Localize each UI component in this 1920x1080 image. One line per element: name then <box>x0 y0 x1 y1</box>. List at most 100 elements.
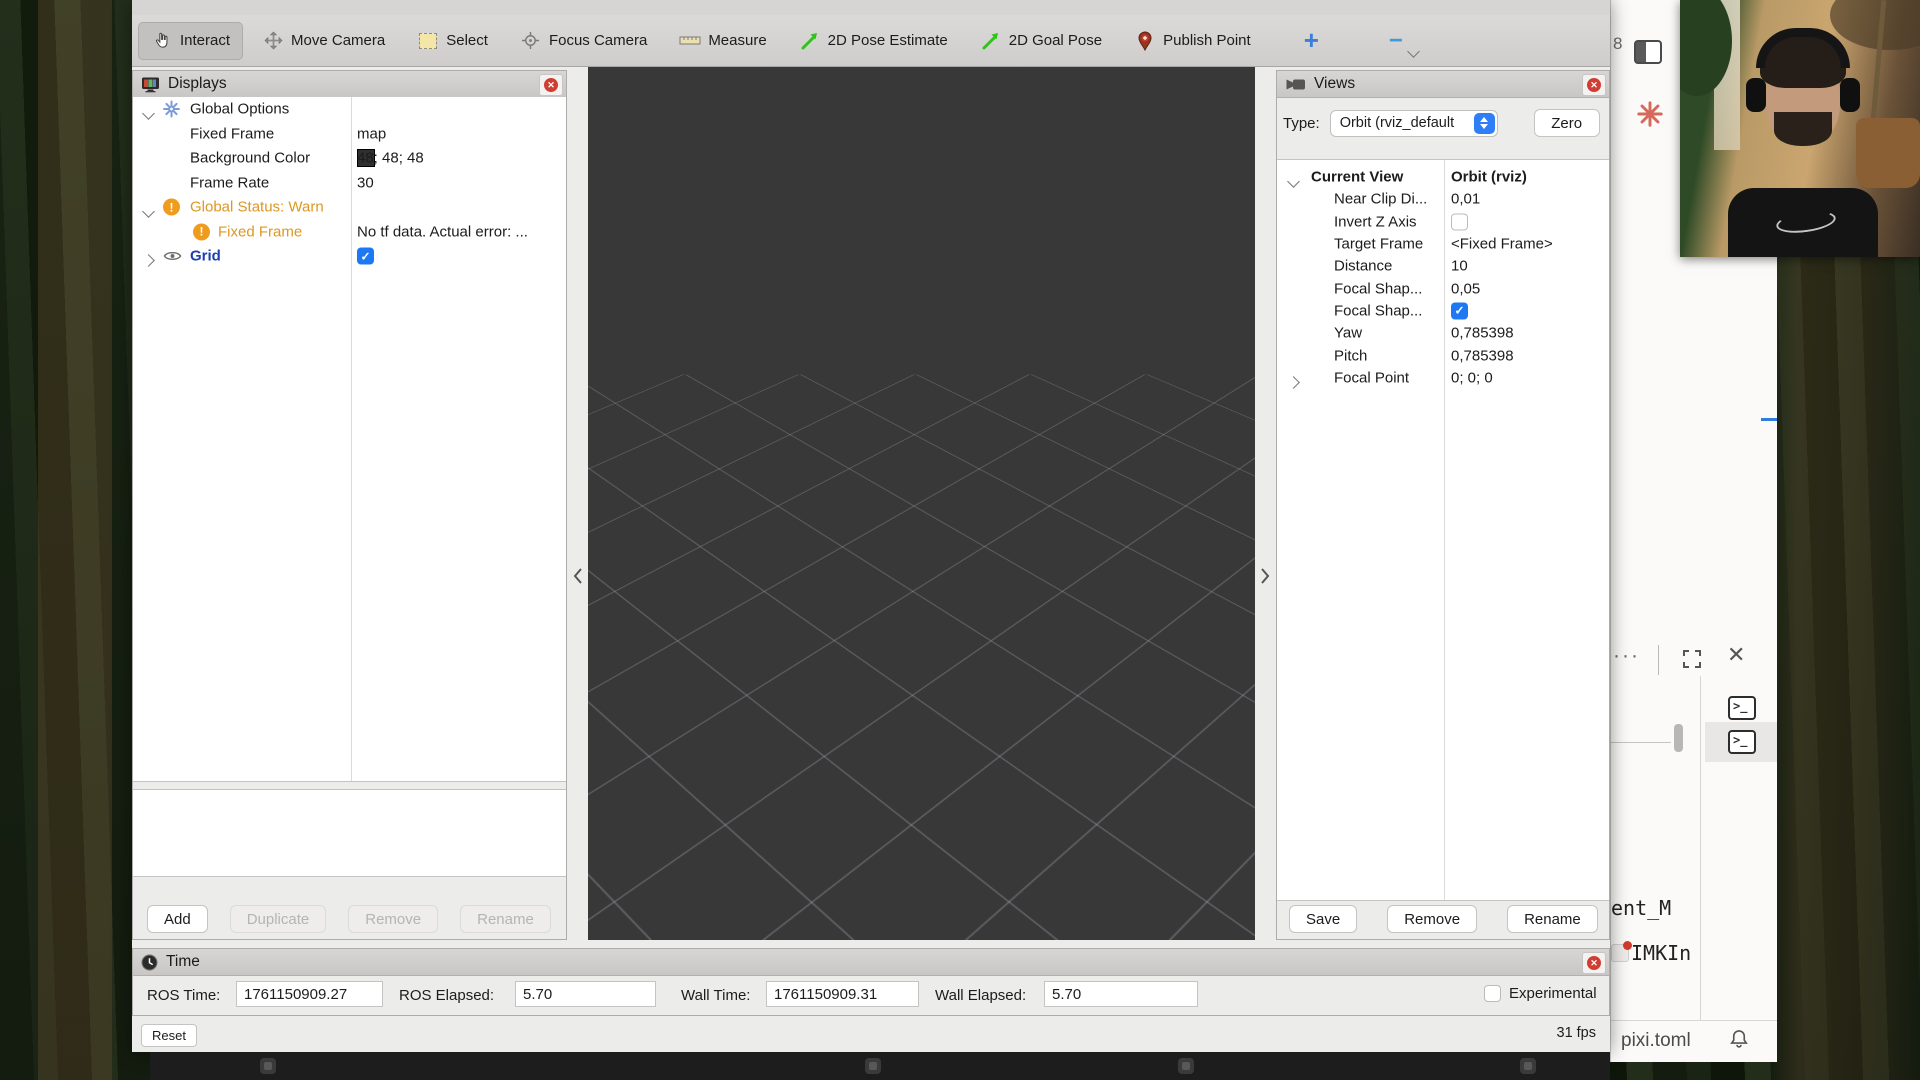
close-panel-button[interactable]: ✕ <box>539 74 563 96</box>
remove-tool-button[interactable]: − <box>1389 27 1403 55</box>
ros-time-field[interactable]: 1761150909.27 <box>236 981 383 1007</box>
cropped-text-fragment: 8 <box>1613 34 1622 54</box>
wall-time-field[interactable]: 1761150909.31 <box>766 981 919 1007</box>
terminal-icon[interactable]: >_ <box>1728 730 1756 754</box>
display-row-frame-rate[interactable]: Frame Rate 30 <box>133 171 566 196</box>
view-row-focal-point[interactable]: Focal Point 0; 0; 0 <box>1277 367 1609 389</box>
row-value[interactable]: 0,785398 <box>1451 347 1514 364</box>
row-value[interactable]: map <box>357 125 386 142</box>
bell-icon[interactable] <box>1729 1028 1749 1050</box>
window-title-strip <box>132 0 1610 16</box>
display-row-fixed-frame[interactable]: Fixed Frame map <box>133 122 566 147</box>
view-row-focal-shape-fixed[interactable]: Focal Shap... ✓ <box>1277 300 1609 322</box>
display-row-fixed-frame-warning[interactable]: ! Fixed Frame No tf data. Actual error: … <box>133 220 566 245</box>
display-row-background-color[interactable]: Background Color 48; 48; 48 <box>133 146 566 171</box>
views-panel-title: Views <box>1314 75 1355 93</box>
left-splitter[interactable] <box>567 70 588 940</box>
eye-icon <box>163 250 182 262</box>
tool-2d-goal-pose[interactable]: 2D Goal Pose <box>967 22 1115 60</box>
wall-elapsed-field[interactable]: 5.70 <box>1044 981 1198 1007</box>
display-row-global-status[interactable]: ! Global Status: Warn <box>133 195 566 220</box>
view-row-target-frame[interactable]: Target Frame <Fixed Frame> <box>1277 233 1609 255</box>
row-value: Orbit (rviz) <box>1451 169 1527 186</box>
collapse-left-chevron-icon[interactable] <box>572 567 583 585</box>
view-row-invert-z[interactable]: Invert Z Axis <box>1277 211 1609 233</box>
toolbar-overflow-chevron-icon[interactable] <box>1409 43 1418 61</box>
headphones-icon <box>1756 28 1850 68</box>
green-arrow-icon <box>980 30 1002 52</box>
remove-view-button[interactable]: Remove <box>1387 905 1477 933</box>
selection-box-icon <box>417 30 439 52</box>
tool-move-camera[interactable]: Move Camera <box>249 22 398 60</box>
remove-display-button[interactable]: Remove <box>348 905 438 933</box>
view-type-dropdown[interactable]: Orbit (rviz_default <box>1330 110 1498 137</box>
hand-pointer-icon <box>151 30 173 52</box>
tool-focus-camera[interactable]: Focus Camera <box>507 22 660 60</box>
view-row-current-view[interactable]: Current View Orbit (rviz) <box>1277 166 1609 188</box>
save-view-button[interactable]: Save <box>1289 905 1357 933</box>
tool-publish-point[interactable]: Publish Point <box>1121 22 1264 60</box>
tool-label: Move Camera <box>291 32 385 49</box>
display-row-grid[interactable]: Grid ✓ <box>133 244 566 269</box>
divider <box>1611 742 1671 743</box>
views-panel-header[interactable]: Views ✕ <box>1277 71 1609 98</box>
row-value[interactable]: 30 <box>357 174 374 191</box>
right-splitter[interactable] <box>1255 70 1276 940</box>
row-value[interactable]: 10 <box>1451 258 1468 275</box>
row-label: Frame Rate <box>190 174 269 191</box>
view-row-near-clip[interactable]: Near Clip Di... 0,01 <box>1277 188 1609 210</box>
rename-view-button[interactable]: Rename <box>1507 905 1598 933</box>
experimental-toggle[interactable]: Experimental <box>1484 985 1597 1002</box>
time-panel-title: Time <box>166 953 200 971</box>
rviz-window: Interact Move Camera Select Focus Camera… <box>132 0 1610 1052</box>
ros-elapsed-field[interactable]: 5.70 <box>515 981 656 1007</box>
rename-display-button[interactable]: Rename <box>460 905 551 933</box>
experimental-checkbox[interactable] <box>1484 985 1501 1002</box>
tool-measure[interactable]: Measure <box>666 22 779 60</box>
move-arrows-icon <box>262 30 284 52</box>
more-actions-icon[interactable]: ··· <box>1613 644 1640 668</box>
tool-select[interactable]: Select <box>404 22 501 60</box>
close-panel-button[interactable]: ✕ <box>1582 74 1606 96</box>
expand-icon[interactable] <box>1681 648 1703 670</box>
dock-icon-hint <box>260 1058 276 1074</box>
close-icon[interactable]: ✕ <box>1727 644 1745 666</box>
views-tree: Current View Orbit (rviz) Near Clip Di..… <box>1277 159 1609 901</box>
row-label: Current View <box>1311 169 1403 186</box>
cropped-code-text: IMKIn <box>1631 941 1691 965</box>
row-label: Background Color <box>190 150 310 167</box>
close-panel-button[interactable]: ✕ <box>1582 952 1606 974</box>
add-display-button[interactable]: Add <box>147 905 208 933</box>
view-row-distance[interactable]: Distance 10 <box>1277 255 1609 277</box>
view-row-pitch[interactable]: Pitch 0,785398 <box>1277 344 1609 366</box>
3d-viewport[interactable] <box>588 67 1255 940</box>
dropdown-stepper-icon[interactable] <box>1474 113 1495 134</box>
display-row-global-options[interactable]: Global Options <box>133 97 566 122</box>
add-tool-button[interactable]: + <box>1304 25 1319 56</box>
tool-interact[interactable]: Interact <box>138 22 243 60</box>
row-label: Pitch <box>1334 347 1367 364</box>
collapse-right-chevron-icon[interactable] <box>1260 567 1271 585</box>
dock-icon-hint <box>865 1058 881 1074</box>
time-panel-header[interactable]: Time ✕ <box>133 949 1609 976</box>
scrollbar-thumb[interactable] <box>1674 724 1683 752</box>
webcam-overlay <box>1680 0 1920 257</box>
tool-2d-pose-estimate[interactable]: 2D Pose Estimate <box>786 22 961 60</box>
row-value[interactable]: 0,785398 <box>1451 325 1514 342</box>
displays-panel-header[interactable]: Displays ✕ <box>133 71 566 98</box>
row-value[interactable]: 0,05 <box>1451 280 1480 297</box>
duplicate-display-button[interactable]: Duplicate <box>230 905 327 933</box>
close-icon: ✕ <box>1587 956 1601 970</box>
crosshair-icon <box>520 30 542 52</box>
row-value[interactable]: 0; 0; 0 <box>1451 369 1493 386</box>
view-row-yaw[interactable]: Yaw 0,785398 <box>1277 322 1609 344</box>
layout-toggle-icon[interactable] <box>1634 40 1662 64</box>
reset-button[interactable]: Reset <box>141 1024 197 1047</box>
row-value[interactable]: 0,01 <box>1451 191 1480 208</box>
map-pin-icon <box>1134 30 1156 52</box>
row-value[interactable]: <Fixed Frame> <box>1451 236 1553 253</box>
zero-button[interactable]: Zero <box>1534 109 1600 137</box>
time-panel-body: ROS Time: 1761150909.27 ROS Elapsed: 5.7… <box>133 975 1609 1015</box>
terminal-icon[interactable]: >_ <box>1728 696 1756 720</box>
view-row-focal-shape-size[interactable]: Focal Shap... 0,05 <box>1277 277 1609 299</box>
